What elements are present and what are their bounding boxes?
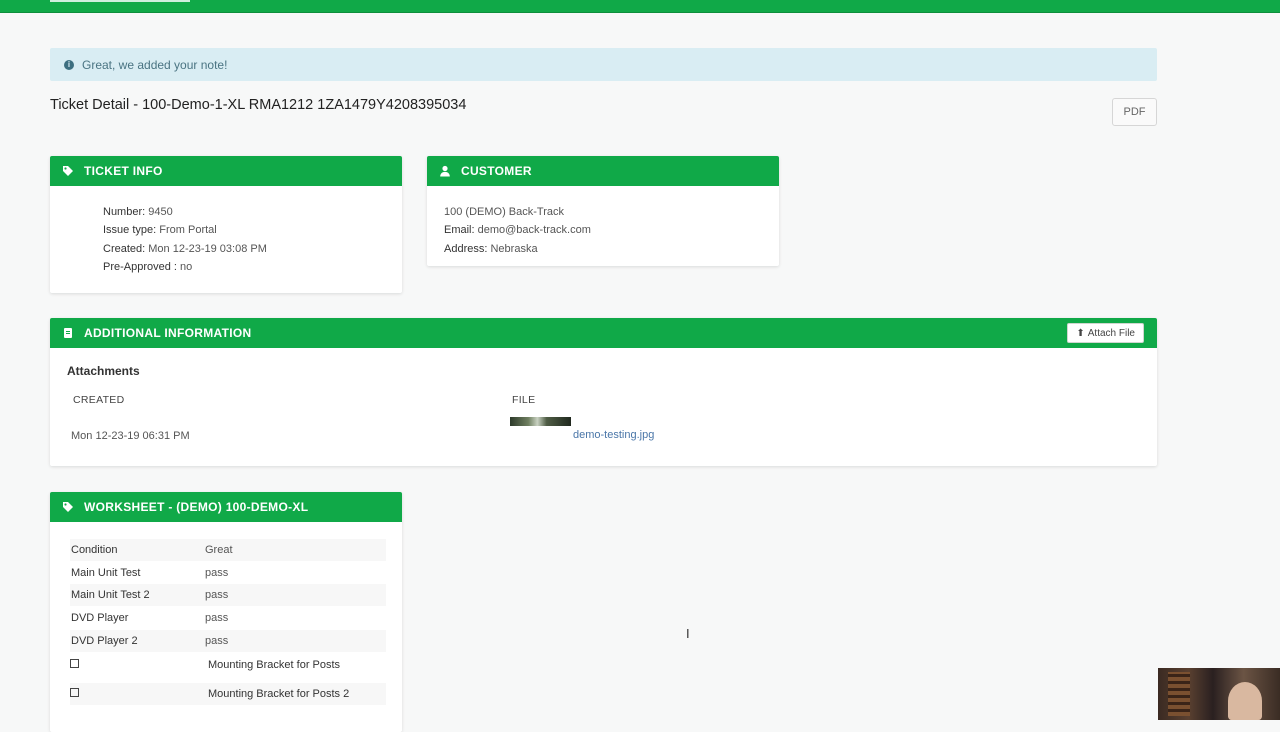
number-label: Number: — [103, 206, 146, 218]
ticket-info-title: TICKET INFO — [84, 164, 163, 178]
worksheet-value: pass — [205, 612, 229, 624]
worksheet-check-row: Mounting Bracket for Posts — [70, 654, 386, 676]
pre-approved-value: no — [180, 260, 193, 273]
customer-address: Nebraska — [490, 242, 538, 255]
customer-name: 100 (DEMO) Back-Track — [444, 206, 565, 218]
customer-card: CUSTOMER 100 (DEMO) Back-Track Email: de… — [427, 156, 779, 266]
attachment-file-link[interactable]: demo-testing.jpg — [573, 429, 654, 441]
book-icon — [62, 327, 74, 339]
checkbox-cell — [70, 659, 208, 671]
worksheet-header: WORKSHEET - (DEMO) 100-DEMO-XL — [50, 492, 402, 522]
email-label: Email: — [444, 224, 475, 237]
ticket-number: 9450 — [148, 206, 173, 218]
info-circle-icon: i — [64, 59, 74, 70]
worksheet-label: Condition — [71, 544, 118, 556]
ticket-info-header: TICKET INFO — [50, 156, 402, 186]
ticket-info-card: TICKET INFO Number: 9450 Issue type: Fro… — [50, 156, 402, 293]
worksheet-label: DVD Player — [71, 612, 129, 624]
webcam-person — [1228, 682, 1262, 720]
upload-icon: ⬆ — [1076, 327, 1085, 339]
worksheet-row-main-unit-test: Main Unit Test pass — [70, 562, 386, 584]
customer-header: CUSTOMER — [427, 156, 779, 186]
page-title: Ticket Detail - 100-Demo-1-XL RMA1212 1Z… — [50, 97, 467, 113]
user-icon — [439, 165, 451, 177]
worksheet-value: pass — [205, 589, 229, 601]
worksheet-check-row: Mounting Bracket for Posts 2 — [70, 683, 386, 705]
pdf-button[interactable]: PDF — [1112, 98, 1157, 126]
customer-title: CUSTOMER — [461, 164, 532, 178]
attach-file-label: Attach File — [1087, 327, 1135, 339]
check-label: Mounting Bracket for Posts — [208, 659, 341, 671]
worksheet-label: Main Unit Test 2 — [71, 589, 150, 601]
pre-approved-label: Pre-Approved : — [103, 260, 177, 273]
checkbox-cell — [70, 688, 208, 700]
address-label: Address: — [444, 242, 488, 255]
text-cursor-icon: I — [686, 626, 690, 641]
success-alert: i Great, we added your note! — [50, 48, 1157, 81]
additional-info-title: ADDITIONAL INFORMATION — [84, 326, 252, 340]
column-header-created: CREATED — [73, 394, 125, 406]
ticket-info-body: Number: 9450 Issue type: From Portal Cre… — [103, 203, 267, 276]
worksheet-value: Great — [205, 544, 233, 556]
checkbox-icon[interactable] — [70, 688, 79, 697]
worksheet-row-condition: Condition Great — [70, 539, 386, 561]
customer-body: 100 (DEMO) Back-Track Email: demo@back-t… — [444, 203, 591, 258]
tag-icon — [62, 501, 74, 513]
created-date: Mon 12-23-19 03:08 PM — [148, 242, 267, 255]
attachments-heading: Attachments — [67, 364, 140, 378]
attachment-created: Mon 12-23-19 06:31 PM — [71, 430, 190, 442]
logo[interactable] — [50, 0, 190, 2]
created-label: Created: — [103, 242, 146, 255]
worksheet-label: Main Unit Test — [71, 567, 141, 579]
issue-type: From Portal — [159, 224, 217, 237]
column-header-file: FILE — [512, 394, 536, 406]
top-navbar — [0, 0, 1280, 13]
worksheet-card: WORKSHEET - (DEMO) 100-DEMO-XL Condition… — [50, 492, 402, 732]
alert-message: Great, we added your note! — [82, 57, 228, 72]
worksheet-value: pass — [205, 635, 229, 647]
webcam-bookshelf — [1168, 672, 1190, 716]
webcam-overlay — [1158, 668, 1280, 720]
issue-type-label: Issue type: — [103, 224, 157, 237]
attachment-thumbnail[interactable] — [510, 417, 571, 426]
additional-info-header: ADDITIONAL INFORMATION ⬆ Attach File — [50, 318, 1157, 348]
worksheet-value: pass — [205, 567, 229, 579]
worksheet-row-dvd-player-2: DVD Player 2 pass — [70, 630, 386, 652]
worksheet-title: WORKSHEET - (DEMO) 100-DEMO-XL — [84, 500, 309, 514]
attach-file-button[interactable]: ⬆ Attach File — [1067, 323, 1144, 343]
worksheet-label: DVD Player 2 — [71, 635, 138, 647]
checkbox-icon[interactable] — [70, 659, 79, 668]
customer-email: demo@back-track.com — [477, 224, 591, 237]
additional-info-card: ADDITIONAL INFORMATION ⬆ Attach File Att… — [50, 318, 1157, 466]
check-label: Mounting Bracket for Posts 2 — [208, 688, 350, 700]
worksheet-row-main-unit-test-2: Main Unit Test 2 pass — [70, 584, 386, 606]
tag-icon — [62, 165, 74, 177]
worksheet-row-dvd-player: DVD Player pass — [70, 607, 386, 629]
